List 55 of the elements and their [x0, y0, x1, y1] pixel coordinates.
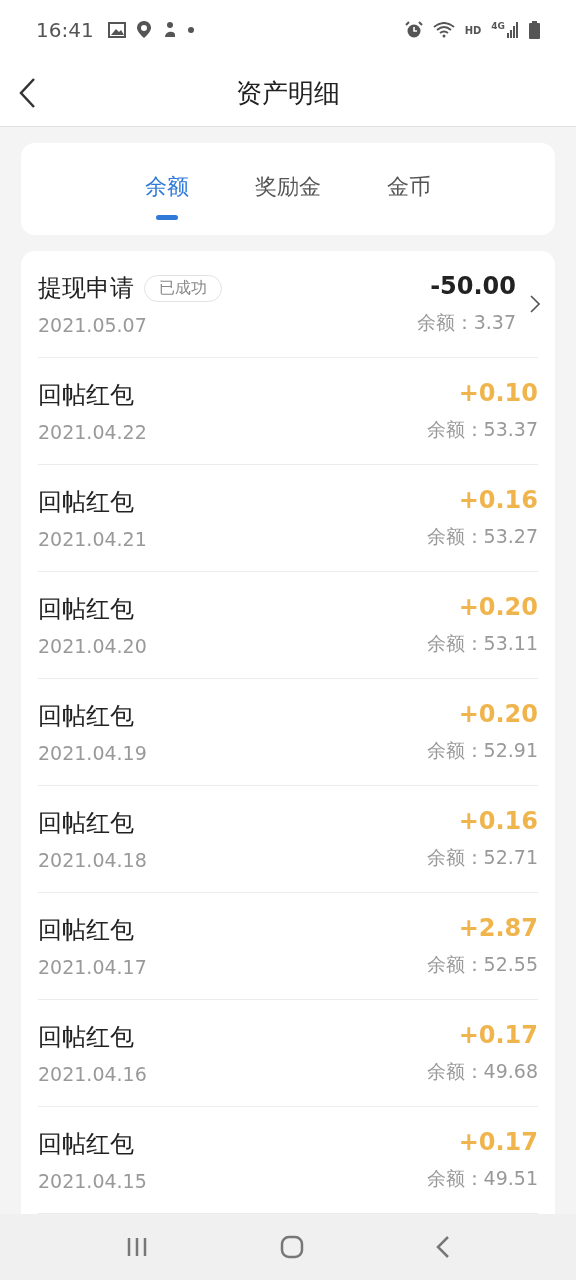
- balance-text: 余额：52.71: [426, 845, 538, 870]
- back-icon[interactable]: [18, 77, 36, 109]
- network-label: HD: [464, 24, 482, 36]
- record-date: 2021.04.20: [38, 635, 148, 657]
- page-title: 资产明细: [236, 76, 340, 110]
- wifi-icon: [432, 22, 455, 38]
- record-title: 回帖红包: [38, 808, 134, 839]
- record-title: 提现申请: [38, 273, 134, 304]
- chevron-right-icon[interactable]: [530, 295, 540, 313]
- tab[interactable]: 奖励金: [255, 166, 321, 212]
- record-title: 回帖红包: [38, 915, 134, 946]
- balance-text: 余额：3.37: [416, 310, 516, 335]
- record-date: 2021.04.19: [38, 742, 148, 764]
- amount: +0.16: [458, 486, 538, 514]
- amount: -50.00: [430, 272, 516, 300]
- record-title: 回帖红包: [38, 1129, 134, 1160]
- amount: +2.87: [458, 914, 538, 942]
- status-time: 16:41: [36, 18, 94, 42]
- battery-icon: [529, 21, 540, 39]
- network-type: 4G: [491, 21, 505, 31]
- record-date: 2021.04.22: [38, 421, 148, 443]
- amount: +0.17: [458, 1128, 538, 1156]
- signal-icon: [507, 22, 519, 38]
- record-date: 2021.04.17: [38, 956, 148, 978]
- balance-text: 余额：53.37: [426, 417, 538, 442]
- amount: +0.16: [458, 807, 538, 835]
- recent-apps-icon[interactable]: [126, 1237, 148, 1257]
- record-title: 回帖红包: [38, 1022, 134, 1053]
- alarm-icon: [404, 21, 423, 39]
- record-title: 回帖红包: [38, 380, 134, 411]
- record-date: 2021.04.16: [38, 1063, 148, 1085]
- record-title: 回帖红包: [38, 594, 134, 625]
- dot-icon: [187, 27, 194, 33]
- amount: +0.17: [458, 1021, 538, 1049]
- tab-indicator: [156, 215, 178, 220]
- location-pin-icon: [135, 20, 152, 40]
- balance-text: 余额：49.68: [426, 1059, 538, 1084]
- image-icon: [107, 22, 126, 38]
- tab[interactable]: 余额: [145, 166, 189, 212]
- record-title: 回帖红包: [38, 701, 134, 732]
- balance-text: 余额：53.11: [426, 631, 538, 656]
- amount: +0.20: [458, 700, 538, 728]
- home-icon[interactable]: [280, 1235, 304, 1259]
- balance-text: 余额：52.55: [426, 952, 538, 977]
- record-date: 2021.04.21: [38, 528, 148, 550]
- tab[interactable]: 金币: [387, 166, 431, 212]
- amount: +0.20: [458, 593, 538, 621]
- amount: +0.10: [458, 379, 538, 407]
- balance-text: 余额：49.51: [426, 1166, 538, 1191]
- balance-text: 余额：53.27: [426, 524, 538, 549]
- balance-text: 余额：52.91: [426, 738, 538, 763]
- record-date: 2021.04.15: [38, 1170, 148, 1192]
- record-title: 回帖红包: [38, 487, 134, 518]
- record-date: 2021.04.18: [38, 849, 148, 871]
- record-date: 2021.05.07: [38, 314, 148, 336]
